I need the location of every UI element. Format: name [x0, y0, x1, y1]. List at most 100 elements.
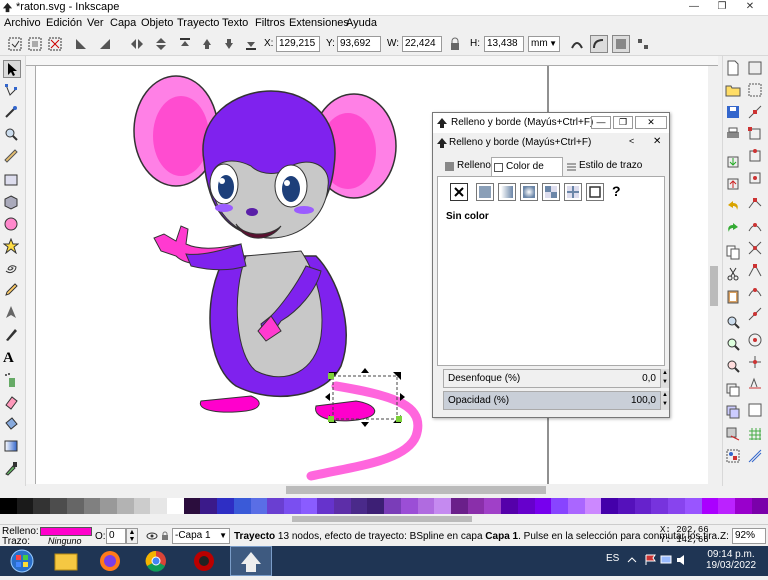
- menu-objeto[interactable]: Objeto: [141, 17, 173, 29]
- palette-scroll-thumb[interactable]: [292, 516, 472, 522]
- snap-bbox-edge-icon[interactable]: [747, 104, 765, 122]
- palette-swatch[interactable]: [116, 498, 134, 514]
- import-icon[interactable]: [725, 154, 743, 172]
- raise-icon[interactable]: [198, 35, 216, 53]
- network-icon[interactable]: [660, 554, 674, 566]
- print-icon[interactable]: [725, 126, 743, 144]
- w-field[interactable]: 22,424: [402, 36, 442, 52]
- flip-horizontal-icon[interactable]: [128, 35, 146, 53]
- mesh-gradient-icon[interactable]: [542, 183, 560, 201]
- palette-swatch[interactable]: [250, 498, 268, 514]
- lock-proportions-icon[interactable]: [446, 35, 464, 53]
- zoom-drawing-icon[interactable]: [725, 336, 743, 354]
- dialog-close-button[interactable]: ✕: [635, 116, 667, 129]
- palette-swatch[interactable]: [634, 498, 652, 514]
- minimize-button[interactable]: —: [680, 0, 708, 15]
- palette-swatch[interactable]: [751, 498, 768, 514]
- clock[interactable]: 09:14 p.m. 19/03/2022: [702, 549, 760, 571]
- palette-swatch[interactable]: [33, 498, 51, 514]
- menu-texto[interactable]: Texto: [222, 17, 248, 29]
- flat-color-icon[interactable]: [476, 183, 494, 201]
- menu-extensiones[interactable]: Extensiones: [289, 17, 349, 29]
- eraser-icon[interactable]: [3, 394, 21, 412]
- no-paint-icon[interactable]: [450, 183, 468, 201]
- palette-swatch[interactable]: [317, 498, 335, 514]
- palette-swatch[interactable]: [267, 498, 284, 514]
- chrome-icon[interactable]: [136, 546, 178, 576]
- horizontal-scroll-thumb[interactable]: [286, 486, 546, 494]
- tray-arrow-icon[interactable]: [626, 554, 638, 566]
- zoom-field[interactable]: 92%: [732, 528, 766, 544]
- lpe-node-handle[interactable]: [328, 416, 334, 422]
- palette-swatch[interactable]: [183, 498, 201, 514]
- snap-rotation-center-icon[interactable]: [747, 354, 765, 372]
- scale-corners-icon[interactable]: [590, 35, 608, 53]
- palette-swatch[interactable]: [450, 498, 468, 514]
- snap-text-baseline-icon[interactable]: [747, 376, 765, 394]
- start-button[interactable]: [2, 546, 44, 576]
- box3d-icon[interactable]: [3, 194, 21, 212]
- palette-swatch[interactable]: [0, 498, 17, 514]
- snap-bbox-icon[interactable]: [747, 82, 765, 100]
- fill-swatch[interactable]: [40, 527, 92, 536]
- menu-capa[interactable]: Capa: [110, 17, 136, 29]
- flip-vertical-icon[interactable]: [152, 35, 170, 53]
- menu-edicion[interactable]: Edición: [46, 17, 82, 29]
- selector-icon[interactable]: [3, 60, 21, 78]
- opacity-stepper-dialog[interactable]: ▲ ▼: [661, 391, 669, 410]
- close-button[interactable]: ✕: [736, 0, 764, 15]
- language-indicator[interactable]: ES: [606, 553, 619, 564]
- dialog-restore-button[interactable]: ❐: [613, 116, 633, 129]
- save-icon[interactable]: [725, 104, 743, 122]
- tab-estilo-de-trazo[interactable]: Estilo de trazo: [565, 157, 661, 177]
- lower-to-bottom-icon[interactable]: [242, 35, 260, 53]
- rotate-ccw-icon[interactable]: [72, 35, 90, 53]
- palette-swatch[interactable]: [467, 498, 485, 514]
- rotate-cw-icon[interactable]: [96, 35, 114, 53]
- radial-gradient-icon[interactable]: [520, 183, 538, 201]
- palette-swatch[interactable]: [517, 498, 535, 514]
- opacity-stepper[interactable]: ▲ ▼: [126, 528, 138, 544]
- palette-swatch[interactable]: [718, 498, 735, 514]
- menu-archivo[interactable]: Archivo: [4, 17, 41, 29]
- palette-swatch[interactable]: [100, 498, 117, 514]
- select-all-layers-icon[interactable]: [26, 35, 44, 53]
- paste-icon[interactable]: [725, 288, 743, 306]
- dialog-header-close-icon[interactable]: ✕: [653, 136, 661, 147]
- snap-page-border-icon[interactable]: [747, 402, 765, 420]
- palette-swatch[interactable]: [50, 498, 67, 514]
- cut-icon[interactable]: [725, 266, 743, 284]
- vertical-ruler[interactable]: [26, 66, 36, 484]
- palette-swatch[interactable]: [534, 498, 552, 514]
- deselect-icon[interactable]: [46, 35, 64, 53]
- lower-icon[interactable]: [220, 35, 238, 53]
- palette-swatch[interactable]: [651, 498, 669, 514]
- unlink-clone-icon[interactable]: [725, 426, 743, 444]
- palette-swatch[interactable]: [217, 498, 234, 514]
- volume-icon[interactable]: [676, 554, 690, 566]
- palette-swatch[interactable]: [584, 498, 602, 514]
- layer-select[interactable]: -Capa 1 ▼: [172, 528, 230, 544]
- palette-swatch[interactable]: [200, 498, 218, 514]
- flag-icon[interactable]: [644, 554, 658, 566]
- palette-swatch[interactable]: [551, 498, 568, 514]
- chevron-left-icon[interactable]: <: [629, 136, 634, 146]
- palette-scrollbar[interactable]: [0, 514, 768, 524]
- snap-bbox-midpoint-icon[interactable]: [747, 148, 765, 166]
- snap-cusp-icon[interactable]: [747, 262, 765, 280]
- text-icon[interactable]: A: [3, 350, 21, 368]
- visibility-icon[interactable]: [146, 531, 158, 541]
- raise-to-top-icon[interactable]: [176, 35, 194, 53]
- open-icon[interactable]: [725, 82, 743, 100]
- horizontal-scrollbar[interactable]: [36, 484, 708, 496]
- linear-gradient-icon[interactable]: [498, 183, 516, 201]
- move-patterns-icon[interactable]: [634, 35, 652, 53]
- palette-swatch[interactable]: [283, 498, 301, 514]
- select-all-icon[interactable]: [6, 35, 24, 53]
- palette-swatch[interactable]: [434, 498, 451, 514]
- palette-swatch[interactable]: [83, 498, 101, 514]
- menu-ayuda[interactable]: Ayuda: [346, 17, 377, 29]
- palette-swatch[interactable]: [66, 498, 84, 514]
- tab-color-de-trazo[interactable]: Color de trazo: [491, 157, 563, 190]
- palette-swatch[interactable]: [384, 498, 401, 514]
